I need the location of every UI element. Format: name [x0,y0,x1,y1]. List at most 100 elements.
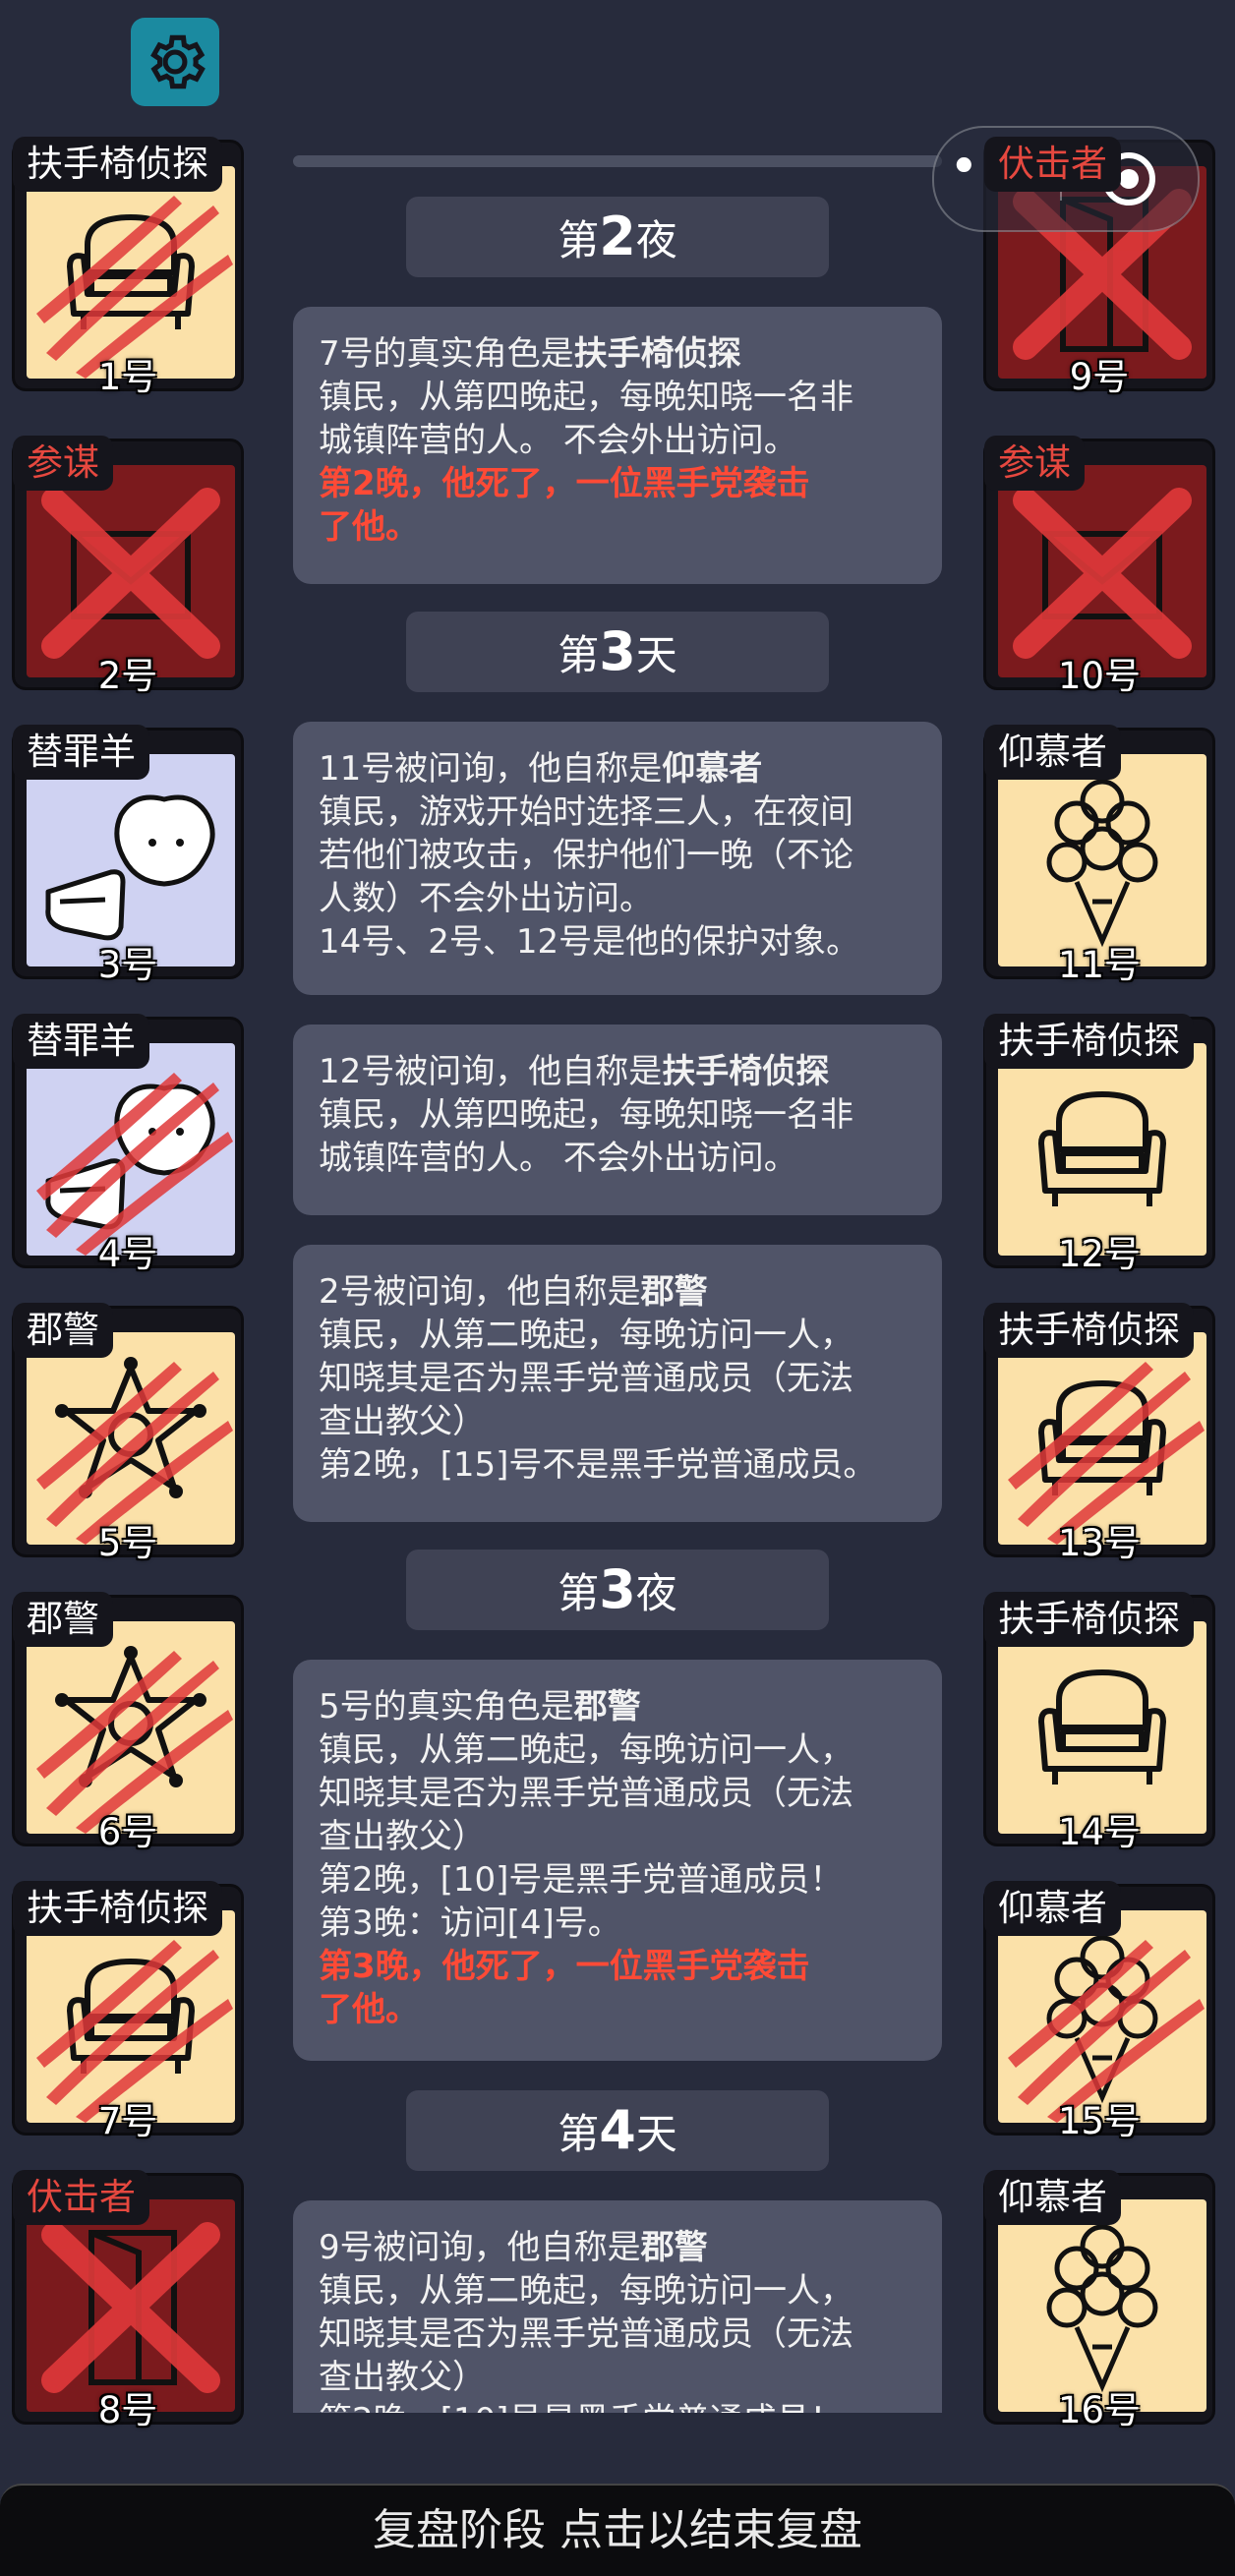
message-text: 镇民，从第二晚起，每晚访问一人， [319,1730,853,1770]
death-text: 了他。 [319,507,419,547]
player-card-8[interactable]: 伏击者 8号 [12,2170,244,2431]
phase-suffix: 夜 [635,1569,677,1617]
role-tag: 参谋 [13,436,113,491]
player-number: 7号 [97,2100,158,2142]
role-tag: 仰慕者 [984,2170,1121,2225]
phase-header-day-3: 第3天 [406,612,829,692]
phase-prefix: 第 [558,1569,600,1617]
player-card-3[interactable]: 替罪羊 3号 [12,725,244,986]
message-text: 第3晚：访问[4]号。 [319,1903,621,1943]
role-tag: 扶手椅侦探 [13,137,222,192]
role-tag: 扶手椅侦探 [13,1881,222,1936]
message-text: 14号、2号、12号是他的保护对象。 [319,922,860,962]
player-card-5[interactable]: 郡警 5号 [12,1303,244,1564]
phase-number: 3 [599,620,636,682]
death-text: 了他。 [319,1990,419,2029]
player-card-1[interactable]: 扶手椅侦探 1号 [12,137,244,398]
role-tag: 扶手椅侦探 [984,1592,1194,1647]
phase-header-day-4: 第4天 [406,2090,829,2171]
role-name: 郡警 [640,1272,708,1312]
message-card: 7号的真实角色是扶手椅侦探 镇民，从第四晚起，每晚知晓一名非 城镇阵营的人。 不… [293,307,942,584]
player-card-10[interactable]: 参谋 10号 [983,436,1215,697]
player-card-2[interactable]: 参谋 2号 [12,436,244,697]
role-name: 扶手椅侦探 [662,1052,830,1091]
message-text: 第2晚，[15]号不是黑手党普通成员。 [319,1445,877,1485]
player-number: 16号 [1057,2389,1142,2431]
role-tag: 替罪羊 [13,725,149,780]
phase-prefix: 第 [558,216,600,264]
message-text: 11号被问询，他自称是 [319,749,663,789]
phase-prefix: 第 [558,631,600,679]
phase-header-night-3: 第3夜 [406,1550,829,1630]
message-text: 9号被问询，他自称是 [319,2228,641,2267]
role-name: 郡警 [573,1687,641,1727]
role-tag: 参谋 [984,436,1085,491]
role-tag: 扶手椅侦探 [984,1303,1194,1358]
message-text: 镇民，从第二晚起，每晚访问一人， [319,2271,853,2311]
message-text: 镇民，从第二晚起，每晚访问一人， [319,1316,853,1355]
phase-number: 4 [599,2099,636,2161]
message-text: 镇民，游戏开始时选择三人，在夜间 [319,792,853,832]
player-card-16[interactable]: 仰慕者 16号 [983,2170,1215,2431]
phase-header-night-2: 第2夜 [406,197,829,277]
gear-icon [150,34,206,89]
player-number: 10号 [1057,655,1142,697]
player-card-11[interactable]: 仰慕者 11号 [983,725,1215,986]
message-text: 城镇阵营的人。 不会外出访问。 [319,1139,797,1178]
message-card: 2号被问询，他自称是郡警 镇民，从第二晚起，每晚访问一人， 知晓其是否为黑手党普… [293,1245,942,1522]
message-card: 12号被问询，他自称是扶手椅侦探 镇民，从第四晚起，每晚知晓一名非 城镇阵营的人… [293,1025,942,1215]
message-text: 知晓其是否为黑手党普通成员（无法 [319,2314,853,2354]
role-tag: 伏击者 [984,137,1121,192]
message-text: 查出教父） [319,2358,486,2397]
message-card: 5号的真实角色是郡警 镇民，从第二晚起，每晚访问一人， 知晓其是否为黑手党普通成… [293,1660,942,2061]
message-text: 查出教父） [319,1817,486,1856]
role-tag: 扶手椅侦探 [984,1014,1194,1069]
message-text: 若他们被攻击，保护他们一晚（不论 [319,836,853,875]
role-tag: 伏击者 [13,2170,149,2225]
role-tag: 郡警 [13,1592,113,1647]
player-card-7[interactable]: 扶手椅侦探 7号 [12,1881,244,2142]
message-text: 第2晚，[10]号是黑手党普通成员！ [319,2399,916,2413]
message-text: 知晓其是否为黑手党普通成员（无法 [319,1359,853,1398]
player-number: 5号 [97,1522,158,1564]
review-feed[interactable]: 第2夜 7号的真实角色是扶手椅侦探 镇民，从第四晚起，每晚知晓一名非 城镇阵营的… [271,147,964,2413]
player-card-15[interactable]: 仰慕者 15号 [983,1881,1215,2142]
player-number: 3号 [97,944,158,986]
message-text: 查出教父） [319,1402,486,1441]
death-text: 第3晚，他死了，一位黑手党袭击 [319,1947,810,1986]
message-text: 知晓其是否为黑手党普通成员（无法 [319,1774,853,1813]
player-number: 13号 [1057,1522,1142,1564]
player-number: 4号 [97,1233,158,1275]
player-card-12[interactable]: 扶手椅侦探 12号 [983,1014,1215,1275]
phase-suffix: 夜 [635,216,677,264]
message-text: 5号的真实角色是 [319,1687,574,1727]
message-card: 11号被问询，他自称是仰慕者 镇民，游戏开始时选择三人，在夜间 若他们被攻击，保… [293,722,942,995]
player-card-14[interactable]: 扶手椅侦探 14号 [983,1592,1215,1853]
role-name: 郡警 [640,2228,708,2267]
role-tag: 郡警 [13,1303,113,1358]
player-number: 2号 [97,655,158,697]
player-number: 15号 [1057,2100,1142,2142]
role-name: 仰慕者 [662,749,763,789]
role-name: 扶手椅侦探 [573,334,741,374]
player-number: 14号 [1057,1811,1142,1853]
player-card-4[interactable]: 替罪羊 4号 [12,1014,244,1275]
death-text: 第2晚，他死了，一位黑手党袭击 [319,464,810,503]
message-text: 镇民，从第四晚起，每晚知晓一名非 [319,1095,853,1135]
phase-number: 3 [599,1558,636,1620]
player-number: 9号 [1069,356,1130,398]
message-text: 2号被问询，他自称是 [319,1272,641,1312]
end-review-button[interactable]: 复盘阶段 点击以结束复盘 [0,2484,1235,2576]
player-card-6[interactable]: 郡警 6号 [12,1592,244,1853]
settings-button[interactable] [131,18,219,106]
role-tag: 替罪羊 [13,1014,149,1069]
player-card-13[interactable]: 扶手椅侦探 13号 [983,1303,1215,1564]
player-number: 11号 [1057,944,1142,986]
role-tag: 仰慕者 [984,725,1121,780]
phase-number: 2 [599,205,636,267]
player-number: 8号 [97,2389,158,2431]
phase-suffix: 天 [635,2110,677,2158]
role-tag: 仰慕者 [984,1881,1121,1936]
message-text: 镇民，从第四晚起，每晚知晓一名非 [319,378,853,417]
message-text: 12号被问询，他自称是 [319,1052,663,1091]
